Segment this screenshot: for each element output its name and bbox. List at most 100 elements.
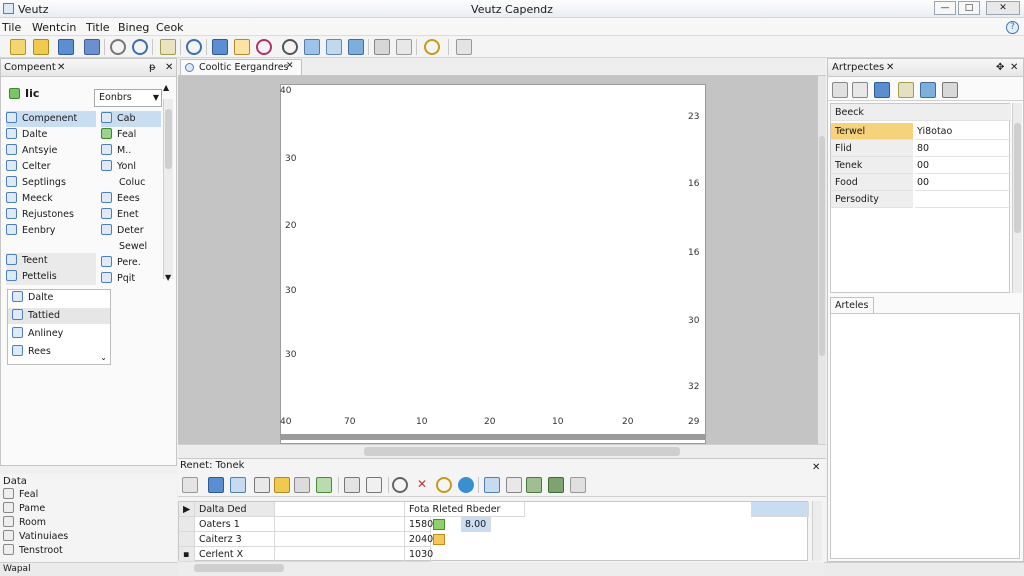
list-item[interactable]: Compenent (6, 111, 96, 127)
list-item[interactable]: Vatinuiaes (3, 530, 68, 544)
search-icon[interactable] (132, 39, 148, 55)
editor-hscroll[interactable] (178, 444, 826, 458)
editor-scrollbar[interactable] (818, 76, 826, 444)
list-item[interactable]: Sewel (101, 239, 161, 255)
list-item[interactable]: Yonl (101, 159, 161, 175)
scroll-thumb[interactable] (165, 109, 172, 169)
component-panel-close[interactable]: ✕ (57, 62, 65, 73)
maximize-button[interactable]: □ (958, 1, 980, 15)
save-icon[interactable] (58, 39, 74, 55)
table-cell[interactable]: 1030 (405, 547, 433, 562)
document-icon[interactable] (230, 477, 246, 493)
menu-bineg[interactable]: Bineg (118, 21, 149, 34)
pointer-icon[interactable] (212, 39, 228, 55)
magnify-icon[interactable] (282, 39, 298, 55)
list-item[interactable]: Pqit (101, 271, 161, 287)
component-filter-dropdown[interactable]: Eonbrs ▼ (94, 89, 162, 107)
scroll-thumb[interactable] (1014, 123, 1021, 233)
trend-icon[interactable] (316, 477, 332, 493)
property-name[interactable]: Terwel (831, 123, 913, 140)
row-header[interactable]: ▪ (179, 547, 195, 562)
list-item[interactable]: Enet (101, 207, 161, 223)
list-item[interactable]: Cab (101, 111, 161, 127)
table-cell[interactable] (275, 547, 405, 562)
list-item[interactable]: Pettelis (6, 269, 96, 285)
menu-window[interactable]: Wentcin (32, 21, 76, 34)
property-value[interactable] (915, 191, 1011, 208)
list-item[interactable]: Septlings (6, 175, 96, 191)
settings-gear-icon[interactable] (374, 39, 390, 55)
curve-icon[interactable] (294, 477, 310, 493)
component-panel-close-icon[interactable]: ✕ (165, 62, 173, 73)
select-icon[interactable] (234, 39, 250, 55)
new-file-icon[interactable] (10, 39, 26, 55)
property-value[interactable]: Yi8otao (915, 123, 1011, 140)
selected-header-cell[interactable] (751, 502, 809, 517)
tab-cooltic[interactable]: Cooltic Eergandres (180, 59, 302, 75)
layout-icon[interactable] (396, 39, 412, 55)
tab-arteles[interactable]: Arteles (830, 297, 874, 313)
pin-icon[interactable]: ✥ (996, 62, 1004, 73)
list-item[interactable]: Feal (3, 488, 68, 502)
globe-icon[interactable] (458, 477, 474, 493)
column-header-blank[interactable] (275, 502, 405, 517)
tab-close-icon[interactable]: ✕ (286, 61, 294, 71)
list-item[interactable]: Anliney (8, 326, 110, 342)
close-button[interactable]: ✕ (986, 1, 1020, 15)
open-folder-icon[interactable] (33, 39, 49, 55)
properties-panel-close[interactable]: ✕ (886, 62, 894, 73)
plot-area[interactable] (280, 84, 706, 444)
tool-icon[interactable] (304, 39, 320, 55)
gear-icon[interactable] (570, 477, 586, 493)
table-cell[interactable]: Caiterz 3 (195, 532, 275, 547)
list-item[interactable]: Coluc (101, 175, 161, 191)
delete-icon[interactable]: ✕ (414, 477, 430, 493)
scroll-down-arrow[interactable]: ▼ (165, 273, 171, 282)
brush-icon[interactable] (274, 477, 290, 493)
property-name[interactable]: Food (831, 174, 913, 191)
row-header[interactable] (179, 532, 195, 547)
grid-hscroll[interactable] (178, 562, 824, 576)
table-cell[interactable]: Oaters 1 (195, 517, 275, 532)
list-item[interactable]: Room (3, 516, 68, 530)
help-icon[interactable]: ? (1006, 21, 1019, 34)
property-value[interactable]: 80 (915, 140, 1011, 157)
property-value[interactable]: 00 (915, 174, 1011, 191)
list-item[interactable]: Eees (101, 191, 161, 207)
list-item[interactable]: Rees (8, 344, 110, 360)
edit-icon[interactable] (182, 477, 198, 493)
zoom-icon[interactable] (110, 39, 126, 55)
row-header[interactable]: ▶ (179, 502, 195, 517)
arrow-icon[interactable] (348, 39, 364, 55)
list-item[interactable]: Eenbry (6, 223, 96, 239)
grid-icon[interactable] (326, 39, 342, 55)
component-panel-pin[interactable]: ᵽ (149, 62, 156, 73)
component-root[interactable]: Iic (9, 87, 39, 100)
row-header[interactable] (179, 517, 195, 532)
table-cell[interactable] (275, 517, 405, 532)
scroll-up-arrow[interactable]: ▲ (163, 83, 169, 92)
events-icon[interactable] (898, 82, 914, 98)
chevron-down-icon[interactable]: ⌄ (100, 353, 107, 362)
menu-title[interactable]: Title (86, 21, 110, 34)
table-icon[interactable] (526, 477, 542, 493)
list-item[interactable]: Tenstroot (3, 544, 68, 558)
property-name[interactable]: Flid (831, 140, 913, 157)
list-item[interactable]: Pame (3, 502, 68, 516)
magnify-icon[interactable] (392, 477, 408, 493)
list-item[interactable]: Dalte (6, 127, 96, 143)
property-category[interactable]: Beeck (831, 104, 1011, 121)
pen-icon[interactable] (254, 477, 270, 493)
table-cell[interactable]: Cerlent X (195, 547, 275, 562)
list-item[interactable]: Tattied (8, 308, 110, 324)
list-item[interactable]: Feal (101, 127, 161, 143)
property-name[interactable]: Tenek (831, 157, 913, 174)
component-scrollbar[interactable] (163, 99, 173, 279)
list-item[interactable]: Teent (6, 253, 96, 269)
scroll-thumb[interactable] (364, 447, 680, 456)
table-cell[interactable] (275, 532, 405, 547)
property-name[interactable]: Persodity (831, 191, 913, 208)
list-item[interactable]: Antsyie (6, 143, 96, 159)
column-header[interactable]: Fota Rleted Rbeder (405, 502, 525, 517)
list-item[interactable]: Deter (101, 223, 161, 239)
